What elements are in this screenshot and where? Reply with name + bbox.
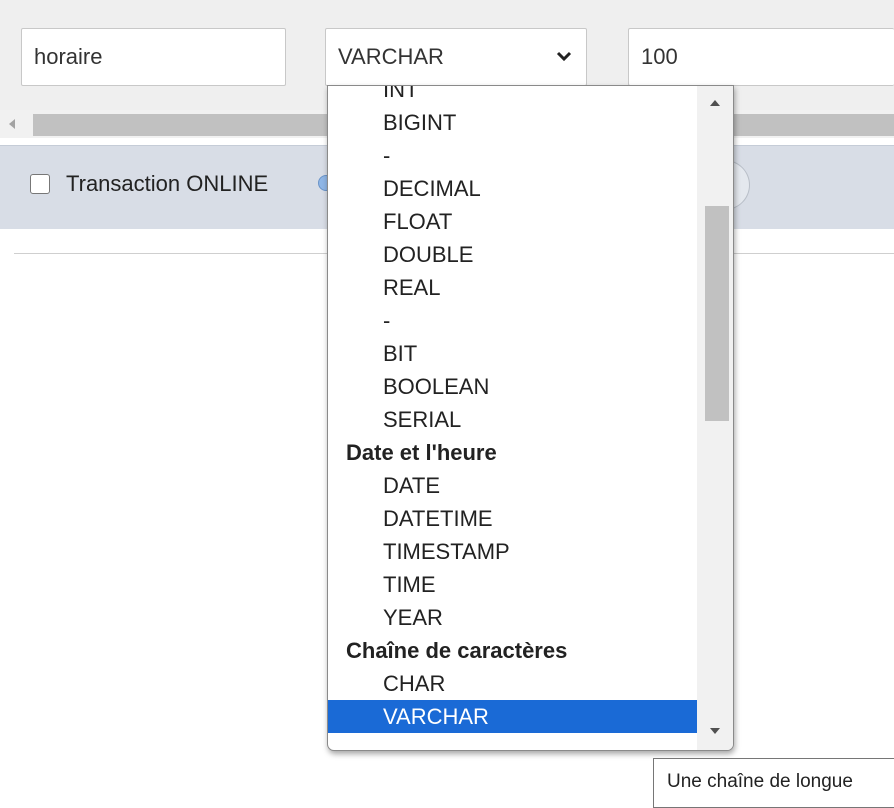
type-tooltip: Une chaîne de longue [653,758,894,808]
type-option[interactable]: - [328,304,697,337]
type-option[interactable]: SERIAL [328,403,697,436]
type-option[interactable]: - [328,139,697,172]
type-option[interactable]: FLOAT [328,205,697,238]
type-option[interactable]: YEAR [328,601,697,634]
type-option[interactable]: BIGINT [328,106,697,139]
type-option[interactable]: TIMESTAMP [328,535,697,568]
type-option[interactable]: TIME [328,568,697,601]
column-name-input[interactable]: horaire [21,28,286,86]
column-type-select[interactable]: VARCHAR [325,28,587,86]
scroll-up-arrow-icon[interactable] [709,98,721,107]
type-option[interactable]: DATETIME [328,502,697,535]
type-option[interactable]: DOUBLE [328,238,697,271]
transaction-online-label: Transaction ONLINE [66,171,269,196]
type-option[interactable]: BIT [328,337,697,370]
scroll-down-arrow-icon[interactable] [709,727,721,736]
type-option[interactable]: CHAR [328,667,697,700]
type-options: INT BIGINT - DECIMAL FLOAT DOUBLE REAL - BIT BOOL… [328,86,697,750]
type-option[interactable]: DECIMAL [328,172,697,205]
transaction-online-checkbox[interactable] [30,174,50,194]
option-group-label: Date et l'heure [346,440,497,465]
type-option[interactable]: BOOLEAN [328,370,697,403]
vertical-scrollbar[interactable] [697,86,733,750]
type-option[interactable]: REAL [328,271,697,304]
type-option-selected[interactable]: VARCHAR [328,700,697,733]
type-option[interactable]: INT [328,86,697,106]
option-group-label: Chaîne de caractères [346,638,568,663]
scroll-left-arrow-icon[interactable] [8,118,16,130]
column-length-input[interactable]: 100 [628,28,894,86]
column-type-value: VARCHAR [338,44,444,69]
type-option[interactable]: DATE [328,469,697,502]
vertical-scrollbar-thumb[interactable] [705,206,729,421]
chevron-down-icon [556,51,572,62]
type-dropdown-list[interactable]: INT BIGINT - DECIMAL FLOAT DOUBLE REAL - BIT BOOL… [327,85,734,751]
